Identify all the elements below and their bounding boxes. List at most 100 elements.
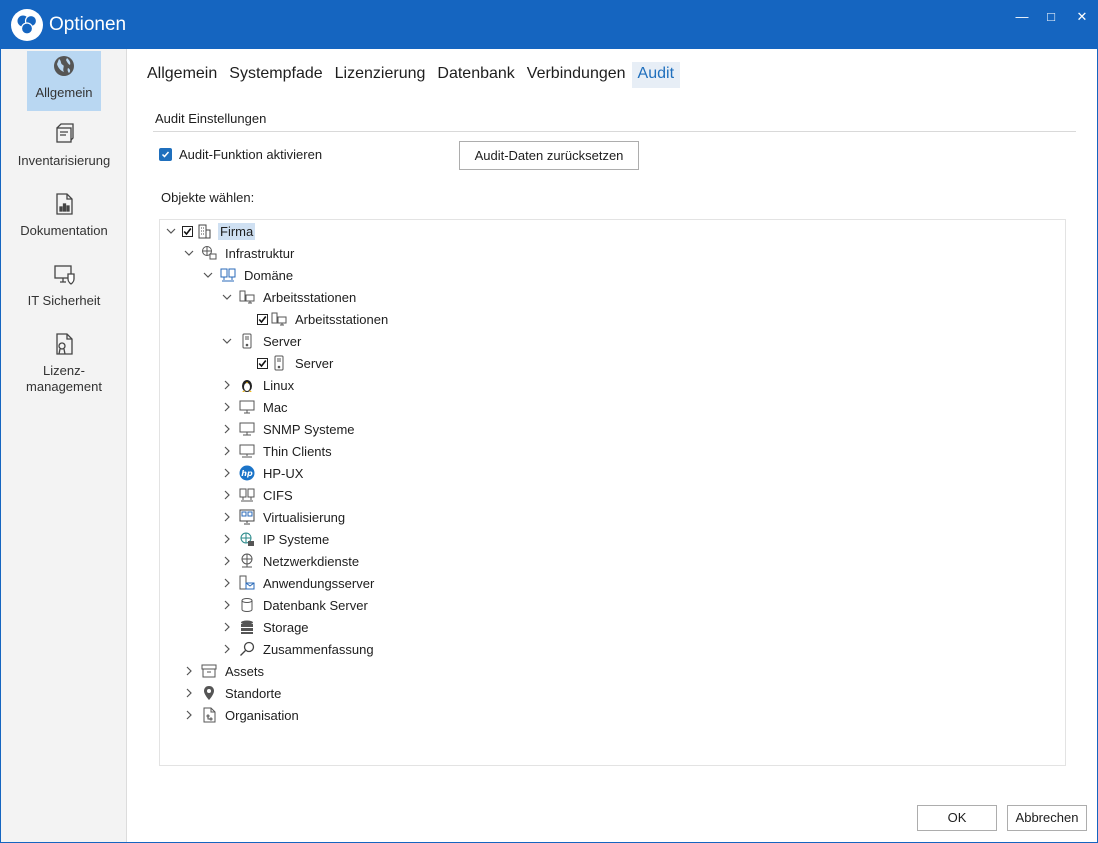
tree-node-label[interactable]: Linux <box>261 377 296 394</box>
tree-node-label[interactable]: Netzwerkdienste <box>261 553 361 570</box>
close-button[interactable]: ✕ <box>1068 7 1096 27</box>
tree-node-label[interactable]: Virtualisierung <box>261 509 347 526</box>
tree-node[interactable]: Mac <box>220 396 290 418</box>
tree-node[interactable]: Virtualisierung <box>220 506 347 528</box>
tree-node-label[interactable]: IP Systeme <box>261 531 331 548</box>
tab-audit[interactable]: Audit <box>631 62 681 88</box>
sidebar-item-allgemein[interactable]: Allgemein <box>27 51 101 111</box>
tree-node-checkbox[interactable] <box>257 313 268 325</box>
chevron-down-icon[interactable] <box>164 224 178 238</box>
storage-icon <box>238 618 256 636</box>
maximize-button[interactable]: □ <box>1037 7 1065 27</box>
tree-node[interactable]: Thin Clients <box>220 440 334 462</box>
chevron-right-icon[interactable] <box>182 686 196 700</box>
tree-node[interactable]: Netzwerkdienste <box>220 550 361 572</box>
chevron-down-icon[interactable] <box>201 268 215 282</box>
workstations-icon <box>238 288 256 306</box>
network-icon <box>200 244 218 262</box>
tree-node-label[interactable]: Assets <box>223 663 266 680</box>
tree-node-label[interactable]: Mac <box>261 399 290 416</box>
tree-node[interactable]: Standorte <box>182 682 283 704</box>
tree-node[interactable]: Linux <box>220 374 296 396</box>
chevron-right-icon[interactable] <box>220 378 234 392</box>
tree-node[interactable]: Domäne <box>201 264 295 286</box>
tree-node-label[interactable]: Standorte <box>223 685 283 702</box>
tree-node-checkbox[interactable] <box>257 357 268 369</box>
tab-datenbank[interactable]: Datenbank <box>431 62 520 88</box>
tree-node[interactable]: Firma <box>164 220 256 242</box>
tree-node-label[interactable]: Organisation <box>223 707 301 724</box>
chevron-right-icon[interactable] <box>220 400 234 414</box>
tree-node[interactable]: Server <box>220 330 303 352</box>
chevron-right-icon[interactable] <box>220 642 234 656</box>
tree-node[interactable]: Infrastruktur <box>182 242 296 264</box>
minimize-button[interactable]: — <box>1008 7 1036 27</box>
tree-node[interactable]: Datenbank Server <box>220 594 370 616</box>
tree-node[interactable]: Arbeitsstationen <box>220 286 358 308</box>
tree-node[interactable]: Zusammenfassung <box>220 638 376 660</box>
cancel-button[interactable]: Abbrechen <box>1007 805 1087 831</box>
ok-button[interactable]: OK <box>917 805 997 831</box>
chevron-down-icon[interactable] <box>220 334 234 348</box>
chevron-right-icon[interactable] <box>220 554 234 568</box>
chevron-right-icon[interactable] <box>220 488 234 502</box>
tree-node[interactable]: Assets <box>182 660 266 682</box>
chevron-right-icon[interactable] <box>220 510 234 524</box>
tree-node[interactable]: Server <box>257 352 335 374</box>
chevron-right-icon[interactable] <box>220 466 234 480</box>
tree-node-label[interactable]: Arbeitsstationen <box>261 289 358 306</box>
tree-node[interactable]: Arbeitsstationen <box>257 308 390 330</box>
tab-verbindungen[interactable]: Verbindungen <box>521 62 632 88</box>
tree-node-label[interactable]: HP-UX <box>261 465 305 482</box>
workstations-icon <box>270 310 288 328</box>
chevron-right-icon[interactable] <box>220 598 234 612</box>
audit-enable-row: Audit-Funktion aktivieren <box>159 147 322 162</box>
reset-audit-data-button[interactable]: Audit-Daten zurücksetzen <box>459 141 639 170</box>
tree-node-label[interactable]: CIFS <box>261 487 295 504</box>
tree-node-label[interactable]: Storage <box>261 619 311 636</box>
tree-node-label[interactable]: Arbeitsstationen <box>293 311 390 328</box>
tab-systempfade[interactable]: Systempfade <box>223 62 328 88</box>
tree-node-checkbox[interactable] <box>182 225 193 237</box>
tree-node-label[interactable]: Domäne <box>242 267 295 284</box>
tree-node[interactable]: CIFS <box>220 484 295 506</box>
tab-bar: Allgemein Systempfade Lizenzierung Daten… <box>141 62 681 88</box>
sidebar-item-it-sicherheit[interactable]: IT Sicherheit <box>1 261 127 309</box>
chevron-right-icon[interactable] <box>182 664 196 678</box>
tree-node-label[interactable]: Anwendungsserver <box>261 575 376 592</box>
tab-lizenzierung[interactable]: Lizenzierung <box>329 62 432 88</box>
tree-node[interactable]: hp HP-UX <box>220 462 305 484</box>
sidebar-item-inventarisierung[interactable]: Inventarisierung <box>1 121 127 169</box>
tree-node-label[interactable]: Firma <box>218 222 256 240</box>
chevron-down-icon[interactable] <box>182 246 196 260</box>
mac-icon <box>238 398 256 416</box>
virtualization-icon <box>238 508 256 526</box>
tree-node-label[interactable]: SNMP Systeme <box>261 421 357 438</box>
chevron-right-icon[interactable] <box>220 532 234 546</box>
sidebar-item-label: management <box>26 379 102 394</box>
chevron-right-icon[interactable] <box>182 708 196 722</box>
chevron-right-icon[interactable] <box>220 620 234 634</box>
tree-node[interactable]: SNMP Systeme <box>220 418 357 440</box>
license-document-icon <box>51 331 77 357</box>
tab-allgemein[interactable]: Allgemein <box>141 62 223 88</box>
tree-node-label[interactable]: Zusammenfassung <box>261 641 376 658</box>
tree-node-label[interactable]: Server <box>261 333 303 350</box>
tree-node-label[interactable]: Thin Clients <box>261 443 334 460</box>
tree-node-label[interactable]: Server <box>293 355 335 372</box>
chevron-right-icon[interactable] <box>220 444 234 458</box>
tree-node-label[interactable]: Datenbank Server <box>261 597 370 614</box>
audit-enable-checkbox[interactable] <box>159 148 172 161</box>
chevron-down-icon[interactable] <box>220 290 234 304</box>
tree-node[interactable]: Organisation <box>182 704 301 726</box>
sidebar-item-label: Allgemein <box>35 85 93 100</box>
tree-node[interactable]: Anwendungsserver <box>220 572 376 594</box>
chevron-right-icon[interactable] <box>220 576 234 590</box>
tree-node-label[interactable]: Infrastruktur <box>223 245 296 262</box>
audit-enable-label[interactable]: Audit-Funktion aktivieren <box>179 147 322 162</box>
chevron-right-icon[interactable] <box>220 422 234 436</box>
sidebar-item-dokumentation[interactable]: Dokumentation <box>1 191 127 239</box>
tree-node[interactable]: IP Systeme <box>220 528 331 550</box>
sidebar-item-lizenzmanagement[interactable]: Lizenz- management <box>1 331 127 395</box>
tree-node[interactable]: Storage <box>220 616 311 638</box>
